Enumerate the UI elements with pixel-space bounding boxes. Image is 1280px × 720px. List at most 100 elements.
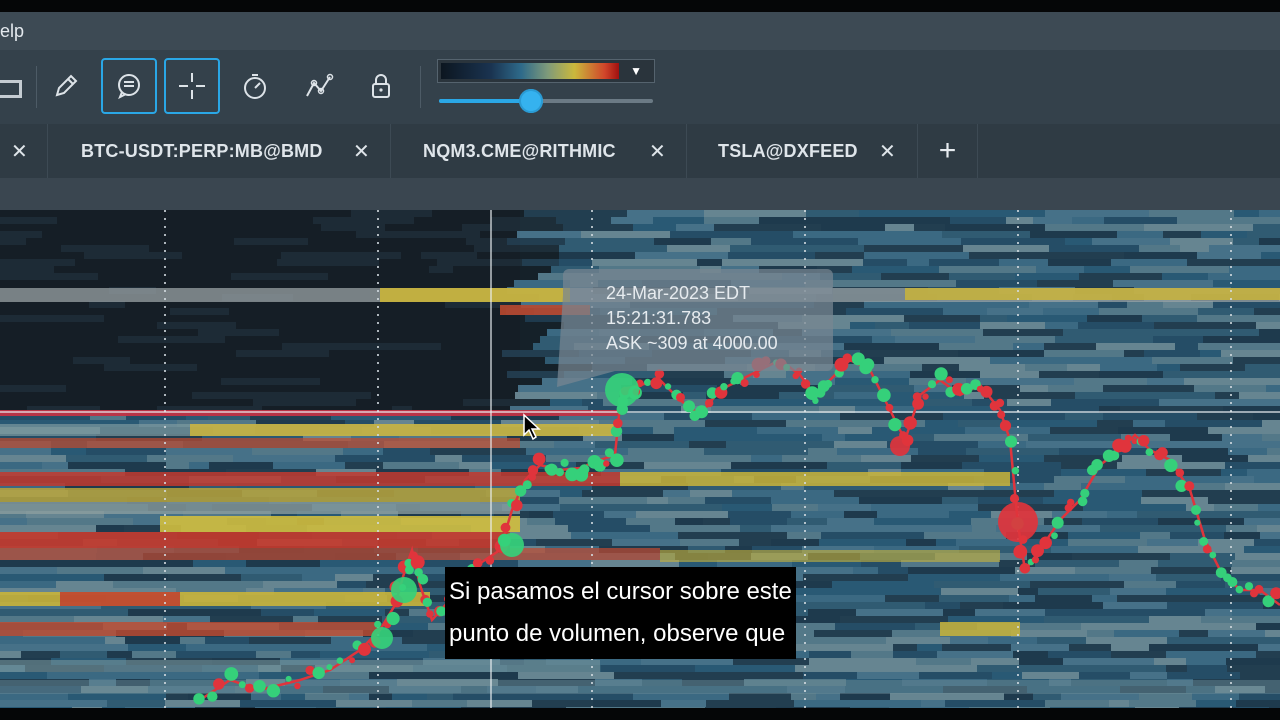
tab-tsla[interactable]: TSLA@DXFEED ✕	[687, 124, 918, 178]
trade-dot	[1013, 544, 1028, 559]
heatmap-cell	[971, 658, 1019, 665]
trade-dot	[812, 397, 819, 404]
heatmap-cell	[1167, 602, 1263, 609]
heatmap-cell	[146, 385, 216, 392]
heatmap-cell	[131, 308, 170, 315]
close-icon[interactable]: ✕	[353, 139, 370, 164]
heatmap-cell	[455, 315, 525, 322]
pencil-tool-button[interactable]	[38, 58, 94, 114]
heatmap-cell	[178, 280, 249, 287]
heatmap-cell	[240, 343, 282, 350]
heatmap-cell	[409, 560, 518, 567]
trade-dot	[213, 678, 225, 690]
trade-dot	[885, 403, 894, 412]
heatmap-cell	[1180, 364, 1245, 371]
heatmap-cell	[1162, 273, 1208, 280]
heatmap-cell	[285, 315, 348, 322]
heatmap-cell	[435, 455, 462, 462]
heatmap-cell	[704, 448, 808, 455]
heatmap-cell	[821, 532, 924, 539]
menu-item-help[interactable]: elp	[0, 21, 24, 42]
heatmap-cell	[667, 245, 730, 252]
close-icon[interactable]: ✕	[649, 139, 666, 164]
heatmap-cell	[945, 700, 1045, 707]
menu-bar: elp	[0, 12, 1280, 50]
heatmap-cell	[268, 210, 351, 217]
tab-partial[interactable]: ✕	[0, 124, 48, 178]
heatmap-cell	[256, 651, 291, 658]
volume-bubble	[371, 627, 393, 649]
heatmap-cell	[253, 399, 356, 406]
slider-handle[interactable]	[519, 89, 544, 113]
heatmap-cell	[128, 609, 216, 616]
heatmap-cell	[47, 672, 153, 679]
toolbar-partial-icon[interactable]	[0, 58, 26, 114]
heatmap-cell	[412, 700, 467, 707]
close-icon[interactable]: ✕	[879, 139, 896, 164]
heatmap-cell	[0, 245, 20, 252]
heatmap-cell	[75, 259, 116, 266]
heatmap-cell	[975, 336, 1032, 343]
heatmap-cell	[1004, 420, 1070, 427]
heatmap-cell	[252, 448, 343, 455]
heatmap-cell	[921, 399, 972, 406]
heatmap-cell	[1209, 245, 1280, 252]
heatmap-cell	[1104, 217, 1177, 224]
trade-dot	[245, 683, 255, 693]
lock-tool-button[interactable]	[353, 58, 409, 114]
heatmap-cell	[1050, 427, 1118, 434]
trade-dot	[326, 664, 333, 671]
heatmap-cell	[554, 441, 595, 448]
heatmap-cell	[166, 448, 252, 455]
heatmap-cell	[841, 588, 941, 595]
tab-nqm3[interactable]: NQM3.CME@RITHMIC ✕	[391, 124, 687, 178]
tab-btc-usdt[interactable]: BTC-USDT:PERP:MB@BMD ✕	[48, 124, 391, 178]
heatmap-cell	[1068, 532, 1140, 539]
heatmap-cell	[1011, 644, 1069, 651]
heatmap-cell	[1072, 553, 1170, 560]
add-tab-button[interactable]: +	[918, 124, 978, 178]
heatmap-cell	[670, 231, 733, 238]
trade-dot	[603, 460, 610, 467]
heatmap-cell	[875, 322, 909, 329]
heatmap-cell	[141, 224, 227, 231]
trade-dot	[888, 418, 902, 432]
heatmap-cell	[0, 462, 42, 469]
heatmap-cell	[991, 238, 1065, 245]
heatmap-cell	[1070, 420, 1097, 427]
heatmap-cell	[249, 637, 331, 644]
heatmap-cell	[1052, 511, 1107, 518]
subtitle-line-2: punto de volumen, observe que	[449, 620, 786, 647]
heatmap-cell	[178, 350, 236, 357]
trade-dot	[945, 376, 953, 384]
heatmap-cell	[417, 385, 518, 392]
tooltip-date: 24-Mar-2023 EDT	[606, 283, 751, 303]
heatmap-cell	[1045, 224, 1144, 231]
heatmap-cell	[125, 637, 180, 644]
heatmap-cell	[1109, 700, 1129, 707]
crosshair-tool-button[interactable]	[164, 58, 220, 114]
heatmap-cell	[1225, 462, 1280, 469]
tab-label: TSLA@DXFEED	[718, 140, 858, 161]
heatmap-cell	[1069, 644, 1111, 651]
heatmap-cell	[1154, 322, 1256, 329]
stopwatch-tool-button[interactable]	[227, 58, 283, 114]
heatmap-cell	[958, 322, 980, 329]
comment-tool-button[interactable]	[101, 58, 157, 114]
close-icon[interactable]: ✕	[11, 139, 28, 164]
intensity-slider[interactable]	[439, 89, 653, 113]
heatmap-cell	[1098, 301, 1127, 308]
heatmap-cell	[914, 224, 945, 231]
heatmap-cell	[674, 427, 757, 434]
heatmap-cell	[1079, 672, 1130, 679]
heatmap-cell	[0, 217, 57, 224]
heatmap-cell	[1110, 588, 1166, 595]
heatmap-cell	[529, 511, 553, 518]
heatmap-cell	[86, 448, 166, 455]
line-chart-tool-button[interactable]	[291, 58, 347, 114]
heatmap-cell	[633, 693, 729, 700]
heatmap-cell	[950, 637, 988, 644]
heatmap-cell	[281, 693, 305, 700]
colormap-select[interactable]: ▼	[437, 59, 655, 83]
heatmap-cell	[176, 651, 256, 658]
